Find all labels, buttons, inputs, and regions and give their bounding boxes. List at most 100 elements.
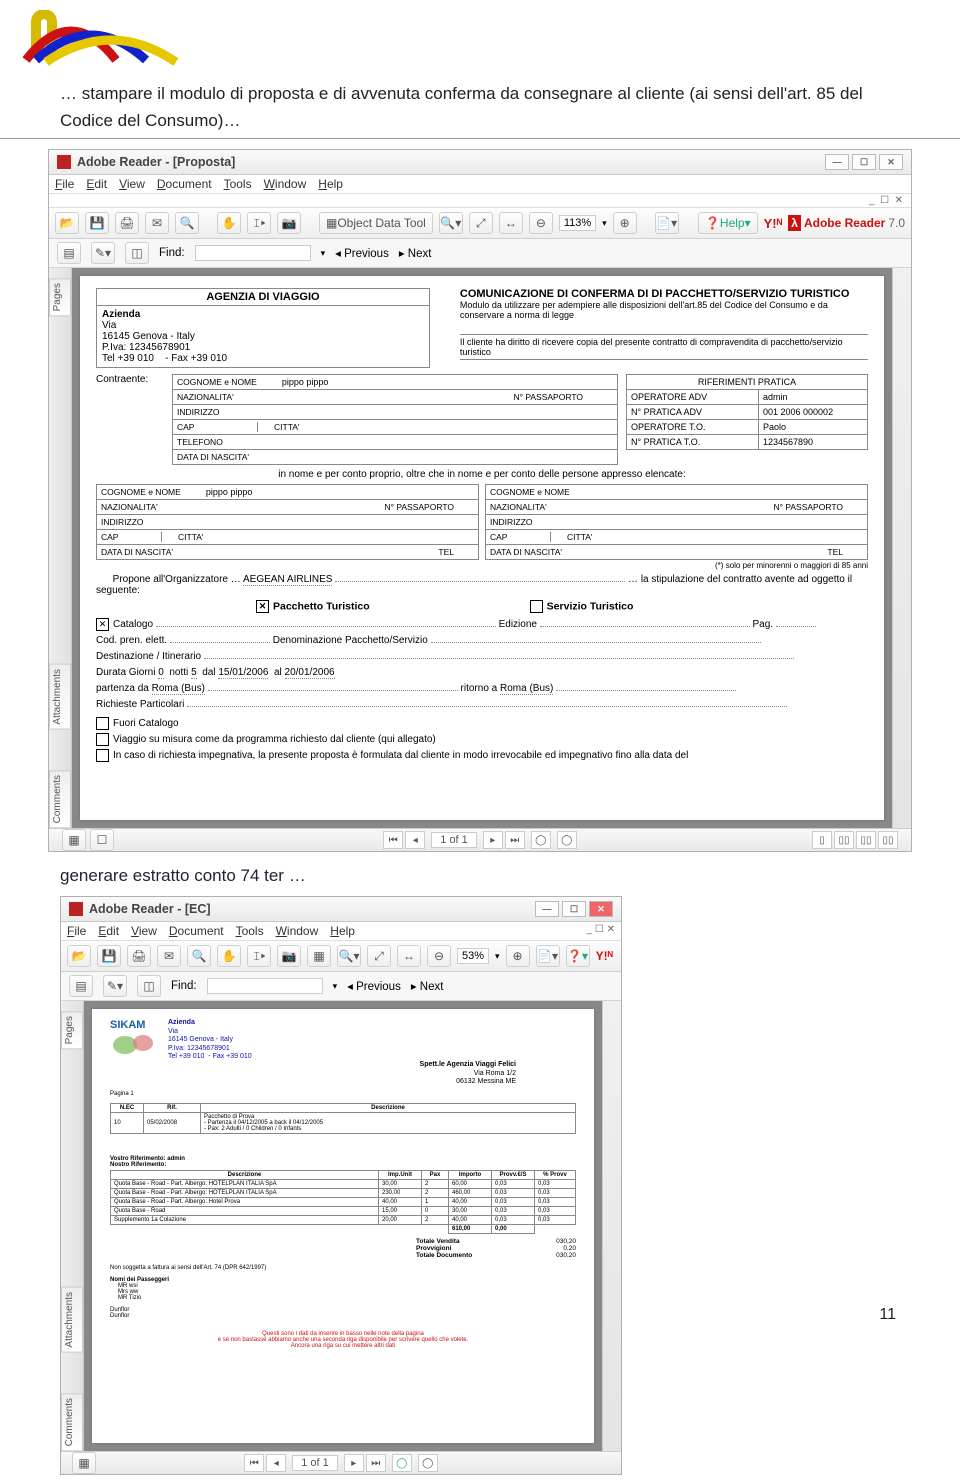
checkbox-pacchetto[interactable]: ✕ [256,600,269,613]
sign-button[interactable]: ✎▾ [103,975,127,997]
tab-pages[interactable]: Pages [49,278,71,316]
object-data-tool[interactable]: ▦ [307,945,331,967]
email-button[interactable]: ✉ [157,945,181,967]
pages-toggle[interactable]: 📄▾ [655,212,679,234]
layout-continuous-facing-button[interactable]: ▯▯ [878,831,898,849]
print-button[interactable]: 🖨 [127,945,151,967]
checkbox-fuori-catalogo[interactable] [96,717,109,730]
menu-help[interactable]: Help [318,177,343,191]
scrollbar[interactable] [602,1001,621,1451]
zoom-in-button[interactable]: ⊕ [506,945,530,967]
organize-button[interactable]: ▤ [69,975,93,997]
search-button[interactable]: 🔍 [187,945,211,967]
attach-button[interactable]: ◫ [125,242,149,264]
nav-fwd-button[interactable]: ◯ [418,1454,438,1472]
find-previous[interactable]: ◂ Previous [335,246,389,260]
menu-edit[interactable]: Edit [86,177,107,191]
find-input[interactable] [207,978,323,994]
close-button[interactable]: ✕ [879,154,903,170]
snapshot-tool[interactable]: 📷 [277,212,301,234]
close-button[interactable]: ✕ [589,901,613,917]
open-button[interactable]: 📂 [55,212,79,234]
hand-tool[interactable]: ✋ [217,212,241,234]
find-next[interactable]: ▸ Next [399,246,432,260]
last-page-button[interactable]: ⏭ [366,1454,386,1472]
tab-attachments[interactable]: Attachments [61,1287,83,1353]
menu-file[interactable]: File [55,177,74,191]
scrollbar[interactable] [892,268,911,828]
menu-edit[interactable]: Edit [98,924,119,938]
checkbox-viaggio-misura[interactable] [96,733,109,746]
minimize-button[interactable]: — [535,901,559,917]
first-page-button[interactable]: ⏮ [244,1454,264,1472]
attach-button[interactable]: ◫ [137,975,161,997]
snapshot-tool[interactable]: 📷 [277,945,301,967]
select-tool[interactable]: 𝙸▸ [247,212,271,234]
sign-button[interactable]: ✎▾ [91,242,115,264]
minimize-button[interactable]: — [825,154,849,170]
layout-continuous-button[interactable]: ▯▯ [834,831,854,849]
menu-tools[interactable]: Tools [236,924,264,938]
tab-attachments[interactable]: Attachments [49,664,71,730]
menu-document[interactable]: Document [157,177,212,191]
menu-view[interactable]: View [119,177,145,191]
first-page-button[interactable]: ⏮ [383,831,403,849]
zoom-tool[interactable]: 🔍▾ [337,945,361,967]
menu-view[interactable]: View [131,924,157,938]
page-fit-icon[interactable]: ☐ [90,829,114,851]
zoom-out-button[interactable]: ⊖ [427,945,451,967]
pages-toggle[interactable]: 📄▾ [536,945,560,967]
next-page-button[interactable]: ▸ [483,831,503,849]
email-button[interactable]: ✉ [145,212,169,234]
maximize-button[interactable]: ☐ [562,901,586,917]
menu-help[interactable]: Help [330,924,355,938]
fit-page-button[interactable]: ⤢ [367,945,391,967]
organize-button[interactable]: ▤ [57,242,81,264]
layout-facing-button[interactable]: ▯▯ [856,831,876,849]
prev-page-button[interactable]: ◂ [266,1454,286,1472]
page-view-icon[interactable]: ▦ [72,1452,96,1474]
search-button[interactable]: 🔍 [175,212,199,234]
menu-document[interactable]: Document [169,924,224,938]
nav-back-button[interactable]: ◯ [392,1454,412,1472]
save-button[interactable]: 💾 [85,212,109,234]
fit-width-button[interactable]: ↔ [499,212,523,234]
subtotal-importo: 610,00 [449,1224,492,1233]
fit-width-button[interactable]: ↔ [397,945,421,967]
zoom-tool[interactable]: 🔍▾ [439,212,463,234]
find-next[interactable]: ▸ Next [411,979,444,993]
open-button[interactable]: 📂 [67,945,91,967]
checkbox-impegnativa[interactable] [96,749,109,762]
menu-file[interactable]: File [67,924,86,938]
checkbox-servizio[interactable] [530,600,543,613]
zoom-out-button[interactable]: ⊖ [529,212,553,234]
select-tool[interactable]: 𝙸▸ [247,945,271,967]
fit-page-button[interactable]: ⤢ [469,212,493,234]
menu-tools[interactable]: Tools [224,177,252,191]
help-button[interactable]: ❓ Help ▾ [698,212,758,234]
zoom-level-2[interactable]: 53% [457,948,489,964]
save-button[interactable]: 💾 [97,945,121,967]
maximize-button[interactable]: ☐ [852,154,876,170]
find-previous[interactable]: ◂ Previous [347,979,401,993]
tab-pages[interactable]: Pages [61,1011,83,1049]
prev-page-button[interactable]: ◂ [405,831,425,849]
tab-comments[interactable]: Comments [61,1393,83,1451]
nav-fwd-button[interactable]: ◯ [557,831,577,849]
menu-window[interactable]: Window [264,177,307,191]
layout-single-button[interactable]: ▯ [812,831,832,849]
zoom-in-button[interactable]: ⊕ [613,212,637,234]
menu-window[interactable]: Window [276,924,319,938]
page-view-icon[interactable]: ▦ [62,829,86,851]
help-button[interactable]: ❓▾ [566,945,590,967]
print-button[interactable]: 🖨 [115,212,139,234]
tab-comments[interactable]: Comments [49,770,71,828]
find-input[interactable] [195,245,311,261]
nav-back-button[interactable]: ◯ [531,831,551,849]
next-page-button[interactable]: ▸ [344,1454,364,1472]
hand-tool[interactable]: ✋ [217,945,241,967]
object-data-tool[interactable]: ▦ Object Data Tool [319,212,433,234]
last-page-button[interactable]: ⏭ [505,831,525,849]
zoom-level[interactable]: 113% [559,215,596,231]
checkbox-catalogo[interactable]: ✕ [96,618,109,631]
